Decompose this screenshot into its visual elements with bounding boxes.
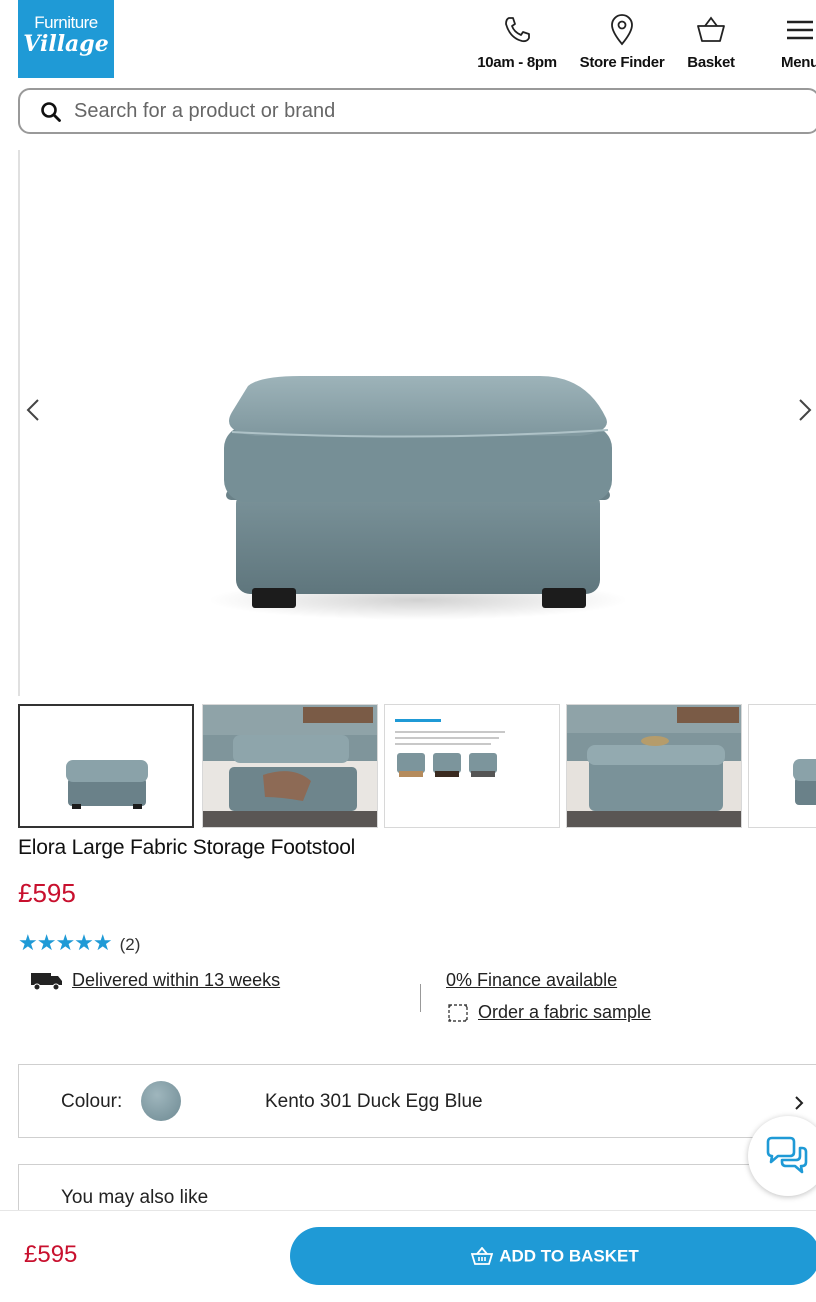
- add-to-basket-label: ADD TO BASKET: [499, 1246, 639, 1266]
- product-price: £595: [18, 878, 76, 908]
- fabric-sample-info[interactable]: Order a fabric sample: [446, 1001, 651, 1025]
- bottom-bar-price: £595: [24, 1241, 78, 1268]
- phone-icon: [505, 17, 530, 43]
- basket-link[interactable]: Basket: [684, 14, 738, 71]
- finance-info[interactable]: 0% Finance available: [446, 970, 617, 991]
- thumbnail-partial[interactable]: [748, 704, 816, 828]
- gallery-prev-button[interactable]: [26, 398, 40, 429]
- product-image-gallery[interactable]: [18, 150, 816, 696]
- review-count[interactable]: (2): [120, 935, 141, 954]
- site-header: Furniture Village 10am - 8pm Store Finde…: [0, 0, 816, 84]
- chat-bubbles-icon: [766, 1136, 808, 1174]
- hours-label: 10am - 8pm: [477, 54, 557, 71]
- product-title: Elora Large Fabric Storage Footstool: [18, 836, 356, 859]
- store-finder-link[interactable]: Store Finder: [576, 14, 668, 71]
- hamburger-menu-icon: [787, 20, 813, 40]
- thumbnail-image: [385, 705, 559, 827]
- thumbnail-lifestyle-open[interactable]: [202, 704, 378, 828]
- logo-line-2: Village: [23, 31, 109, 57]
- thumbnail-image: [793, 759, 816, 805]
- logo[interactable]: Furniture Village: [18, 0, 114, 78]
- thumbnail-image: [567, 705, 741, 827]
- chevron-right-icon: [795, 1096, 804, 1110]
- thumbnail-strip: [18, 704, 816, 828]
- finance-link[interactable]: 0% Finance available: [446, 970, 617, 990]
- colour-value: Kento 301 Duck Egg Blue: [265, 1091, 483, 1112]
- thumbnail-footstool[interactable]: [18, 704, 194, 828]
- fabric-swatch-icon: [448, 1004, 468, 1022]
- store-finder-label: Store Finder: [579, 54, 665, 71]
- logo-line-1: Furniture: [34, 13, 98, 32]
- fabric-sample-link[interactable]: Order a fabric sample: [478, 1002, 651, 1022]
- thumbnail-image: [203, 705, 377, 827]
- thumbnail-dimensions[interactable]: [384, 704, 560, 828]
- search-icon[interactable]: [40, 101, 62, 123]
- star-rating-icons: ★★★★★: [18, 930, 113, 955]
- search-bar: [18, 88, 816, 134]
- colour-label: Colour:: [61, 1091, 123, 1112]
- basket-icon: [471, 1246, 494, 1266]
- thumbnail-lifestyle-closed[interactable]: [566, 704, 742, 828]
- also-like-label: You may also like: [61, 1187, 209, 1208]
- rating-stars[interactable]: ★★★★★ (2): [18, 930, 140, 956]
- delivery-link[interactable]: Delivered within 13 weeks: [72, 970, 280, 990]
- colour-selector[interactable]: Colour: Kento 301 Duck Egg Blue: [18, 1064, 816, 1138]
- search-input[interactable]: [74, 98, 774, 124]
- location-pin-icon: [611, 14, 633, 46]
- colour-swatch: [141, 1081, 181, 1121]
- chevron-right-icon: [799, 399, 812, 421]
- product-main-image: [208, 376, 628, 620]
- basket-label: Basket: [687, 54, 735, 71]
- menu-button[interactable]: Menu: [776, 14, 816, 71]
- delivery-truck-icon: [31, 973, 62, 991]
- add-to-basket-button[interactable]: ADD TO BASKET: [290, 1227, 816, 1285]
- chevron-left-icon: [26, 399, 39, 421]
- divider: [420, 984, 421, 1012]
- opening-hours-link[interactable]: 10am - 8pm: [474, 14, 560, 71]
- delivery-info[interactable]: Delivered within 13 weeks: [30, 970, 280, 992]
- menu-label: Menu: [781, 54, 816, 71]
- gallery-next-button[interactable]: [798, 398, 812, 429]
- sticky-bottom-bar: £595 ADD TO BASKET: [0, 1210, 816, 1302]
- thumbnail-image: [66, 760, 148, 809]
- basket-icon: [697, 16, 725, 42]
